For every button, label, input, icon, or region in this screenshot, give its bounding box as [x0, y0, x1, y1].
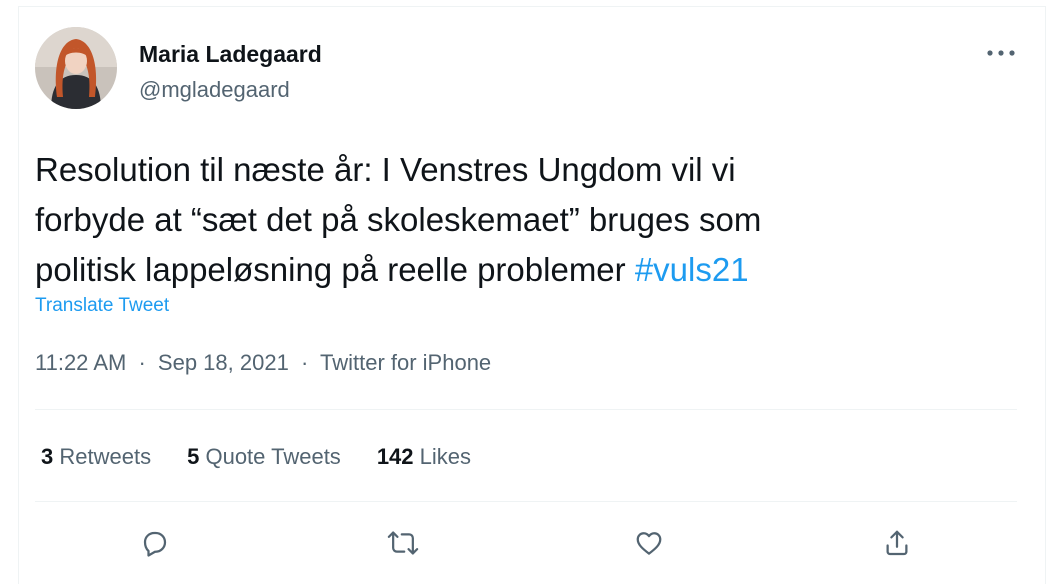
profile-photo-icon — [35, 27, 117, 109]
retweets-label: Retweets — [59, 444, 152, 469]
meta-separator: · — [138, 350, 146, 375]
user-handle[interactable]: @mgladegaard — [139, 77, 290, 103]
meta-separator: · — [300, 350, 309, 375]
quote-tweets-count: 5 — [187, 444, 200, 469]
tweet-date[interactable]: Sep 18, 2021 — [158, 350, 289, 375]
tweet-text-segment: politisk lappeløsning på reelle probleme… — [35, 251, 635, 288]
hashtag-link[interactable]: #vuls21 — [635, 251, 749, 288]
likes-stat[interactable]: 142 Likes — [377, 444, 471, 470]
tweet-source[interactable]: Twitter for iPhone — [320, 350, 491, 375]
more-horizontal-icon — [987, 50, 1015, 56]
tweet-text-line: politisk lappeløsning på reelle probleme… — [35, 245, 975, 295]
tweet-text-line: Resolution til næste år: I Venstres Ungd… — [35, 151, 736, 188]
retweets-count: 3 — [41, 444, 54, 469]
share-icon — [886, 530, 908, 556]
retweet-button[interactable] — [379, 519, 427, 567]
reply-icon — [143, 531, 167, 557]
reply-button[interactable] — [131, 519, 179, 567]
tweet-card: Maria Ladegaard @mgladegaard Resolution … — [18, 6, 1046, 584]
more-button[interactable] — [977, 35, 1025, 71]
share-button[interactable] — [873, 519, 921, 567]
likes-count: 142 — [376, 444, 414, 469]
like-button[interactable] — [625, 519, 673, 567]
tweet-text: Resolution til næste år: I Venstres Ungd… — [35, 145, 975, 295]
display-name[interactable]: Maria Ladegaard — [139, 41, 322, 68]
retweets-stat[interactable]: 3 Retweets — [41, 444, 151, 470]
engagement-stats: 3 Retweets 5 Quote Tweets 142 Likes — [41, 444, 471, 470]
quote-tweets-stat[interactable]: 5 Quote Tweets — [187, 444, 341, 470]
avatar[interactable] — [35, 27, 117, 109]
retweet-icon — [387, 531, 419, 555]
translate-tweet-link[interactable]: Translate Tweet — [35, 295, 169, 317]
heart-icon — [636, 532, 662, 555]
likes-label: Likes — [419, 444, 472, 469]
tweet-time[interactable]: 11:22 AM — [35, 350, 126, 375]
tweet-text-line: forbyde at “sæt det på skoleskemaet” bru… — [35, 201, 762, 238]
action-bar — [19, 519, 1047, 567]
divider — [35, 501, 1017, 502]
tweet-meta: 11:22 AM · Sep 18, 2021 · Twitter for iP… — [35, 350, 491, 376]
quote-tweets-label: Quote Tweets — [205, 444, 341, 469]
divider — [35, 409, 1017, 410]
